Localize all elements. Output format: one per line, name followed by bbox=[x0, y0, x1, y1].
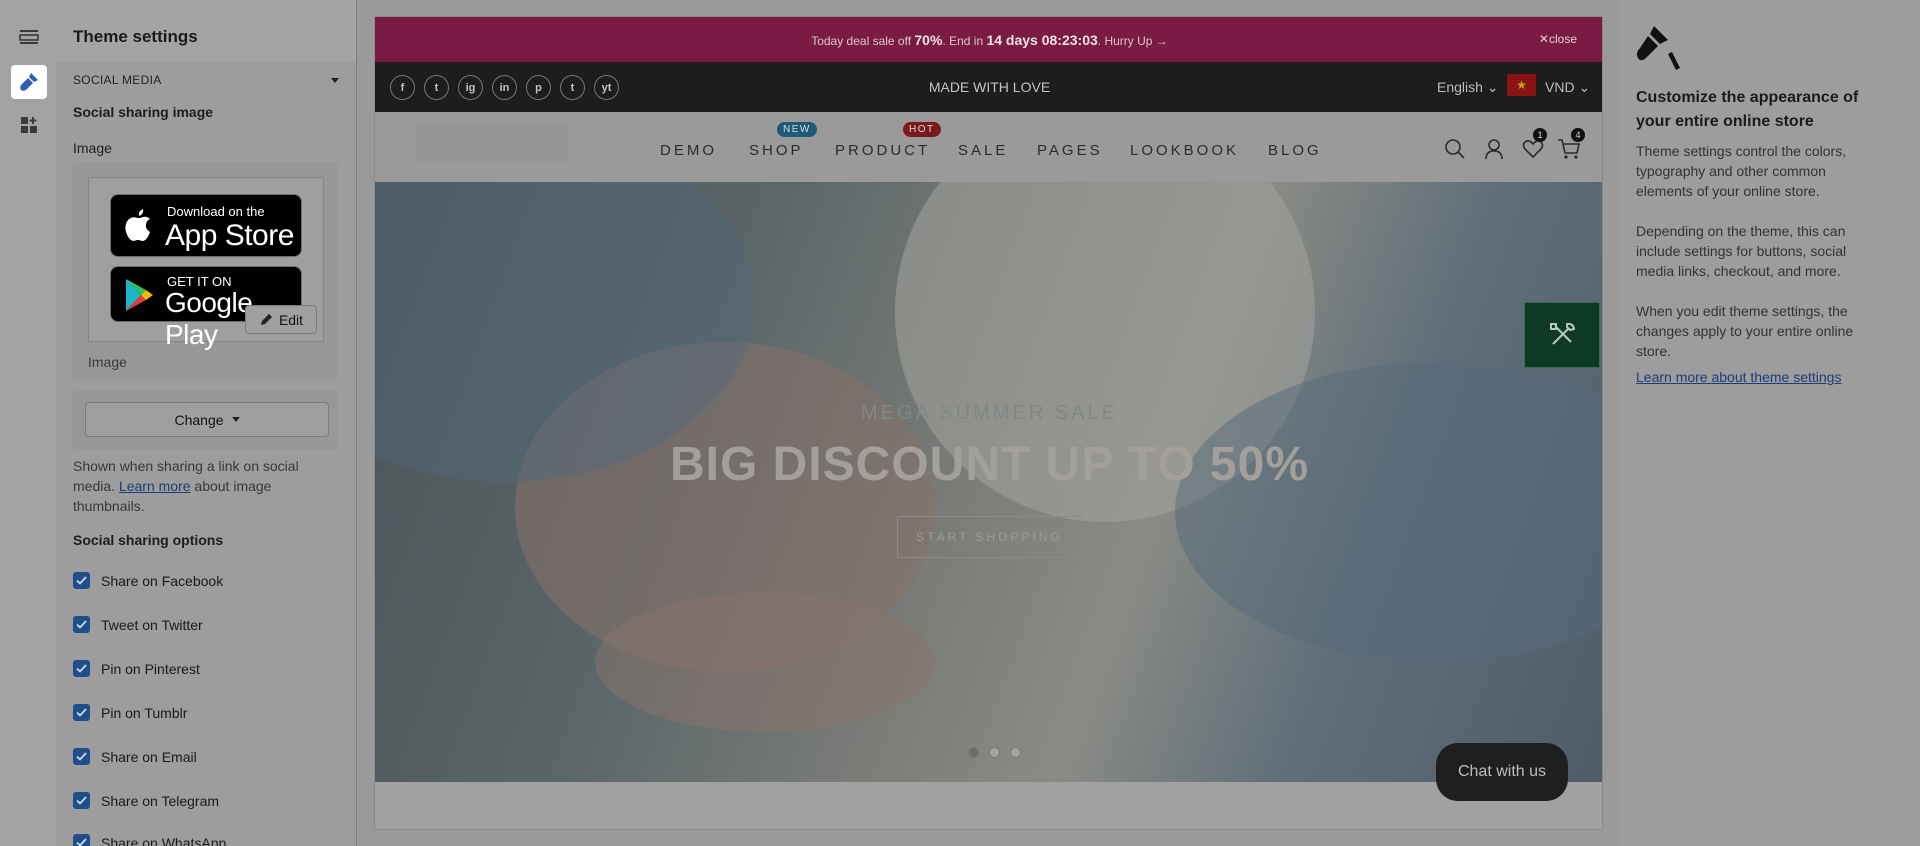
search-icon[interactable] bbox=[1442, 136, 1468, 162]
option-label: Tweet on Twitter bbox=[101, 616, 203, 633]
help-text: Shown when sharing a link on social medi… bbox=[73, 456, 341, 516]
slide-dot-2[interactable] bbox=[989, 747, 1000, 758]
caret-down-icon bbox=[231, 417, 240, 422]
option-whatsapp[interactable]: Share on WhatsApp bbox=[73, 834, 226, 846]
hot-badge: HOT bbox=[903, 122, 941, 137]
sharing-options-heading: Social sharing options bbox=[73, 532, 224, 548]
language-label: English bbox=[1437, 79, 1483, 95]
announcement-text: Today deal sale off 70%. End in 14 days … bbox=[375, 32, 1602, 48]
checkbox-checked-icon[interactable] bbox=[73, 748, 90, 765]
option-twitter[interactable]: Tweet on Twitter bbox=[73, 616, 203, 633]
pencil-icon bbox=[260, 313, 272, 325]
option-label: Share on Facebook bbox=[101, 572, 224, 589]
new-badge: NEW bbox=[777, 122, 817, 137]
panel-divider bbox=[356, 0, 357, 846]
nav-shop[interactable]: SHOP bbox=[749, 142, 804, 159]
cart-count: 4 bbox=[1571, 128, 1585, 142]
slide-dot-3[interactable] bbox=[1010, 747, 1021, 758]
option-telegram[interactable]: Share on Telegram bbox=[73, 792, 219, 809]
info-paragraph-2: Depending on the theme, this can include… bbox=[1636, 223, 1847, 279]
checkbox-checked-icon[interactable] bbox=[73, 834, 90, 846]
account-icon[interactable] bbox=[1481, 136, 1507, 162]
chat-button[interactable]: Chat with us bbox=[1436, 743, 1568, 801]
announcement-percent: 70% bbox=[914, 32, 943, 48]
option-label: Pin on Pinterest bbox=[101, 660, 200, 677]
info-paragraph-3: When you edit theme settings, the change… bbox=[1636, 303, 1854, 359]
wishlist-count: 1 bbox=[1533, 128, 1547, 142]
change-label: Change bbox=[174, 411, 224, 428]
hero-feet-shape bbox=[595, 592, 935, 732]
hero-title: BIG DISCOUNT UP TO 50% bbox=[669, 438, 1309, 491]
info-paragraph-1: Theme settings control the colors, typog… bbox=[1636, 143, 1847, 199]
option-pinterest[interactable]: Pin on Pinterest bbox=[73, 660, 200, 677]
learn-more-theme-settings-link[interactable]: Learn more about theme settings bbox=[1636, 369, 1841, 385]
nav-pages[interactable]: PAGES bbox=[1037, 142, 1103, 159]
announcement-close-button[interactable]: ✕close bbox=[1539, 32, 1577, 46]
chevron-down-icon[interactable] bbox=[331, 78, 339, 83]
option-label: Share on Telegram bbox=[101, 792, 220, 809]
language-selector[interactable]: English ⌄ bbox=[1437, 79, 1499, 96]
info-panel: Customize the appearance of your entire … bbox=[1620, 0, 1920, 846]
learn-more-link[interactable]: Learn more bbox=[119, 478, 191, 494]
checkbox-checked-icon[interactable] bbox=[73, 616, 90, 633]
hero-slideshow[interactable]: MEGA SUMMER SALE BIG DISCOUNT UP TO 50% … bbox=[375, 182, 1602, 782]
start-shopping-button[interactable]: START SHOPPING bbox=[897, 516, 1082, 558]
nav-blog[interactable]: BLOG bbox=[1268, 142, 1322, 159]
announcement-post[interactable]: . Hurry Up → bbox=[1098, 34, 1168, 48]
google-play-icon bbox=[126, 279, 153, 311]
slide-dot-1[interactable] bbox=[968, 747, 979, 758]
badge-big-text: App Store bbox=[165, 219, 294, 252]
main-nav: DEMO SHOP NEW PRODUCT HOT SALE PAGES LOO… bbox=[375, 112, 1602, 182]
announcement-mid: . End in bbox=[942, 34, 984, 48]
nav-lookbook[interactable]: LOOKBOOK bbox=[1130, 142, 1239, 159]
sections-icon[interactable] bbox=[11, 20, 47, 54]
top-bar: f t ig in p t yt MADE WITH LOVE English … bbox=[375, 62, 1602, 112]
info-title: Customize the appearance of your entire … bbox=[1636, 89, 1859, 130]
app-store-badge: Download on the App Store bbox=[110, 194, 302, 257]
app-blocks-icon[interactable] bbox=[11, 108, 47, 142]
change-image-button[interactable]: Change bbox=[85, 402, 329, 437]
store-logo[interactable] bbox=[417, 122, 567, 162]
section-header[interactable]: SOCIAL MEDIA bbox=[73, 73, 162, 87]
tools-icon[interactable] bbox=[1524, 302, 1600, 368]
theme-settings-brush-icon[interactable] bbox=[11, 65, 47, 99]
checkbox-checked-icon[interactable] bbox=[73, 572, 90, 589]
nav-sale[interactable]: SALE bbox=[958, 142, 1008, 159]
edit-label: Edit bbox=[278, 311, 304, 328]
announcement-pre: Today deal sale off bbox=[811, 34, 912, 48]
option-label: Pin on Tumblr bbox=[101, 704, 188, 721]
icon-rail bbox=[0, 0, 56, 846]
option-tumblr[interactable]: Pin on Tumblr bbox=[73, 704, 187, 721]
checkbox-checked-icon[interactable] bbox=[73, 660, 90, 677]
settings-panel: SOCIAL MEDIA Social sharing image Image … bbox=[56, 62, 357, 846]
option-label: Share on WhatsApp bbox=[101, 834, 227, 846]
paint-roller-icon bbox=[1636, 26, 1680, 70]
checkbox-checked-icon[interactable] bbox=[73, 792, 90, 809]
page-title: Theme settings bbox=[73, 27, 198, 46]
store-preview[interactable]: Today deal sale off 70%. End in 14 days … bbox=[374, 16, 1603, 830]
announcement-bar: Today deal sale off 70%. End in 14 days … bbox=[375, 17, 1602, 62]
currency-label: VND bbox=[1545, 79, 1575, 95]
edit-image-button[interactable]: Edit bbox=[245, 305, 317, 334]
close-label: close bbox=[1548, 32, 1577, 46]
hero-subtitle: MEGA SUMMER SALE bbox=[861, 402, 1118, 424]
nav-product[interactable]: PRODUCT bbox=[835, 142, 930, 159]
currency-selector[interactable]: VND ⌄ bbox=[1545, 79, 1590, 96]
apple-icon bbox=[125, 209, 150, 241]
option-facebook[interactable]: Share on Facebook bbox=[73, 572, 223, 589]
tagline: MADE WITH LOVE bbox=[928, 79, 1051, 95]
nav-demo[interactable]: DEMO bbox=[660, 142, 717, 159]
image-label: Image bbox=[73, 140, 112, 156]
checkbox-checked-icon[interactable] bbox=[73, 704, 90, 721]
badge-small-text: Download on the bbox=[167, 204, 265, 219]
vietnam-flag-icon: ★ bbox=[1507, 74, 1536, 96]
countdown-timer: 14 days 08:23:03 bbox=[986, 32, 1098, 48]
option-email[interactable]: Share on Email bbox=[73, 748, 197, 765]
option-label: Share on Email bbox=[101, 748, 197, 765]
sharing-image-heading: Social sharing image bbox=[73, 104, 214, 120]
image-caption: Image bbox=[88, 354, 127, 370]
